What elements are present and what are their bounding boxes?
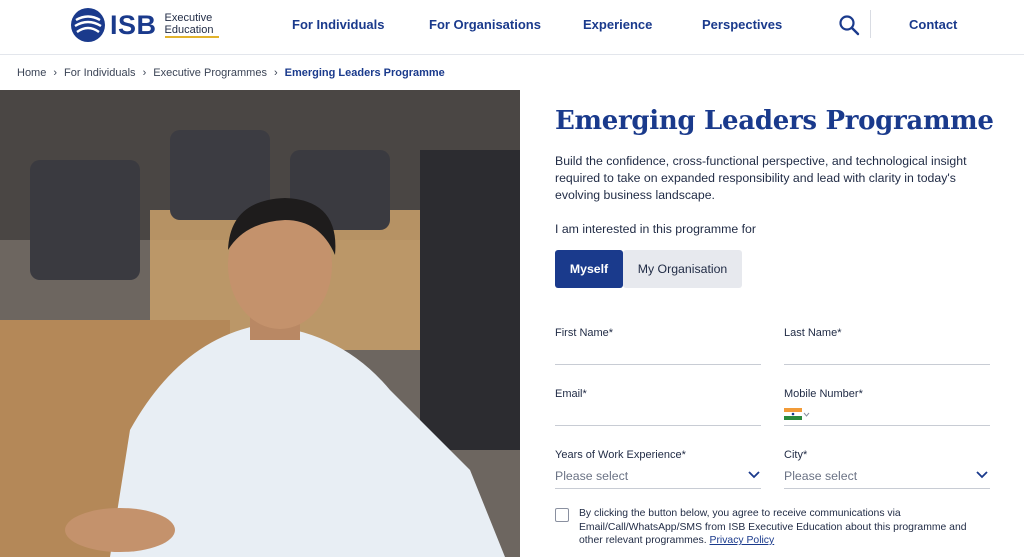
breadcrumb-current: Emerging Leaders Programme: [284, 67, 445, 79]
brand-name: ISB: [110, 9, 157, 40]
first-name-field[interactable]: First Name*: [555, 327, 761, 365]
consent-text: By clicking the button below, you agree …: [579, 507, 989, 548]
chevron-down-icon[interactable]: [748, 471, 760, 479]
chevron-down-icon[interactable]: [976, 471, 988, 479]
city-label: City*: [784, 449, 808, 461]
email-field[interactable]: Email*: [555, 388, 761, 426]
city-underline: [784, 488, 990, 489]
work-experience-label: Years of Work Experience*: [555, 449, 686, 461]
mobile-number-field[interactable]: Mobile Number*: [784, 388, 990, 426]
brand-sub-line2: Education: [164, 24, 220, 38]
last-name-label: Last Name*: [784, 327, 842, 339]
nav-for-organisations[interactable]: For Organisations: [429, 17, 541, 32]
toggle-myself-button[interactable]: Myself: [555, 250, 623, 288]
nav-perspectives[interactable]: Perspectives: [702, 17, 782, 32]
consent-checkbox[interactable]: [555, 508, 569, 522]
isb-logo-icon: [71, 8, 105, 42]
hero-photo: [0, 90, 520, 557]
chevron-right-icon: ›: [53, 67, 58, 79]
brand-subtitle: Executive Education: [164, 12, 220, 38]
toggle-my-organisation-button[interactable]: My Organisation: [623, 250, 742, 288]
nav-for-individuals[interactable]: For Individuals: [292, 17, 384, 32]
mobile-number-label: Mobile Number*: [784, 388, 863, 400]
breadcrumb-for-individuals[interactable]: For Individuals: [64, 67, 136, 79]
audience-toggle: Myself My Organisation: [555, 250, 995, 288]
brand-sub-line1: Executive: [164, 12, 213, 24]
search-icon[interactable]: [838, 14, 860, 36]
mobile-number-underline: [784, 425, 990, 426]
first-name-label: First Name*: [555, 327, 614, 339]
breadcrumb-home[interactable]: Home: [17, 67, 46, 79]
breadcrumb: Home › For Individuals › Executive Progr…: [17, 67, 445, 79]
last-name-field[interactable]: Last Name*: [784, 327, 990, 365]
work-experience-select[interactable]: Years of Work Experience* Please select: [555, 449, 761, 489]
programme-content: Emerging Leaders Programme Build the con…: [555, 100, 995, 288]
nav-experience[interactable]: Experience: [583, 17, 652, 32]
chevron-right-icon: ›: [273, 67, 278, 79]
chevron-right-icon: ›: [142, 67, 147, 79]
site-header: ISB Executive Education For Individuals …: [0, 0, 1024, 55]
breadcrumb-executive-programmes[interactable]: Executive Programmes: [153, 67, 267, 79]
privacy-policy-link[interactable]: Privacy Policy: [710, 535, 775, 546]
interest-label: I am interested in this programme for: [555, 222, 756, 236]
last-name-underline: [784, 364, 990, 365]
hero-photo-illustration: [0, 90, 520, 557]
first-name-underline: [555, 364, 761, 365]
email-underline: [555, 425, 761, 426]
city-select[interactable]: City* Please select: [784, 449, 990, 489]
work-experience-placeholder: Please select: [555, 469, 629, 483]
work-experience-underline: [555, 488, 761, 489]
nav-contact[interactable]: Contact: [909, 17, 957, 32]
email-label: Email*: [555, 388, 587, 400]
nav-divider: [870, 10, 871, 38]
page-title: Emerging Leaders Programme: [555, 106, 994, 136]
programme-description: Build the confidence, cross-functional p…: [555, 154, 967, 202]
india-flag-icon[interactable]: [784, 408, 810, 420]
isb-logo[interactable]: ISB Executive Education: [70, 7, 220, 43]
city-placeholder: Please select: [784, 469, 858, 483]
